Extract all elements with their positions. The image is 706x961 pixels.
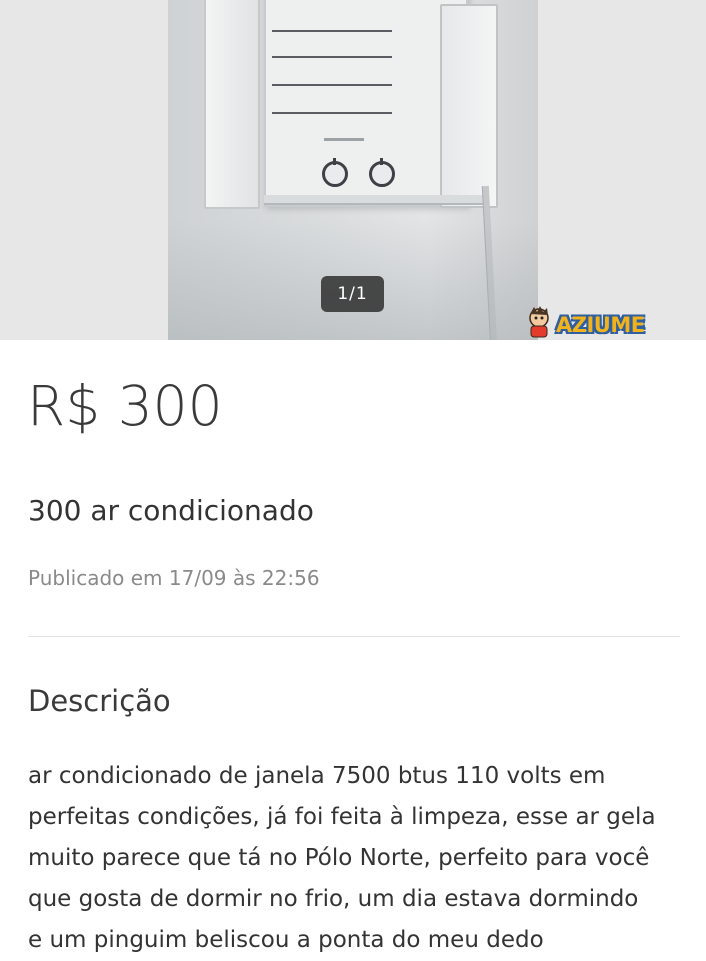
air-conditioner-picture: [204, 0, 498, 212]
posted-date: Publicado em 17/09 às 22:56: [28, 566, 320, 590]
description-line: que gosta de dormir no frio, um dia esta…: [28, 886, 639, 912]
description-line: perfeitas condições, já foi feita à limp…: [28, 804, 656, 830]
watermark-text: AZIUME: [556, 313, 645, 337]
description-text: ar condicionado de janela 7500 btus 110 …: [28, 756, 688, 961]
ac-ledge: [264, 195, 484, 205]
ac-knob-right: [369, 158, 395, 187]
mascot-icon: [529, 306, 549, 338]
ac-right-panel: [440, 4, 498, 208]
ac-vent-slat: [272, 84, 392, 86]
image-counter: 1/1: [321, 276, 384, 312]
listing-title: 300 ar condicionado: [28, 494, 314, 527]
description-line: e um pinguim beliscou a ponta do meu ded…: [28, 927, 544, 953]
ac-left-panel: [204, 0, 260, 209]
ac-vent-slat: [272, 30, 392, 32]
ac-brand-mark: [324, 138, 364, 141]
description-heading: Descrição: [28, 684, 171, 718]
image-gallery[interactable]: 1/1 AZIUME: [0, 0, 706, 340]
ac-vent-slat: [272, 112, 392, 114]
ac-vent-slat: [272, 56, 392, 58]
section-divider: [28, 636, 680, 637]
description-line: muito parece que tá no Pólo Norte, perfe…: [28, 845, 650, 871]
ac-knob-left: [322, 158, 348, 187]
description-line: ar condicionado de janela 7500 btus 110 …: [28, 763, 606, 789]
aziume-watermark: AZIUME: [512, 300, 672, 340]
listing-price: R$ 300: [27, 374, 223, 438]
